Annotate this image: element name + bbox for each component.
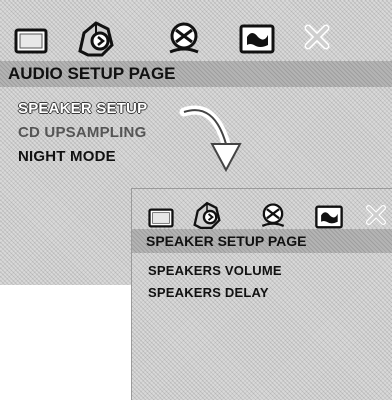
page-title: AUDIO SETUP PAGE [0,61,392,87]
curved-arrow-icon [179,105,242,173]
exit-icon[interactable] [364,203,388,227]
menu-item-speaker-setup[interactable]: SPEAKER SETUP [18,100,147,117]
menu-item-speakers-volume[interactable]: SPEAKERS VOLUME [148,263,282,278]
preference-setup-icon[interactable] [314,204,344,230]
menu-item-night-mode[interactable]: NIGHT MODE [18,148,116,165]
general-setup-icon[interactable] [148,207,174,229]
audio-setup-icon[interactable] [190,197,224,231]
menu-item-speakers-delay[interactable]: SPEAKERS DELAY [148,285,269,300]
page-title: SPEAKER SETUP PAGE [132,229,392,253]
menu-item-cd-upsampling[interactable]: CD UPSAMPLING [18,124,146,141]
general-setup-icon[interactable] [14,27,48,55]
audio-setup-icon[interactable] [74,15,118,59]
video-setup-icon[interactable] [166,22,202,56]
preference-setup-icon[interactable] [238,23,276,55]
video-setup-icon[interactable] [259,203,287,229]
speaker-setup-panel: SPEAKER SETUP PAGE SPEAKERS VOLUME SPEAK… [131,188,392,400]
exit-icon[interactable] [302,22,332,52]
